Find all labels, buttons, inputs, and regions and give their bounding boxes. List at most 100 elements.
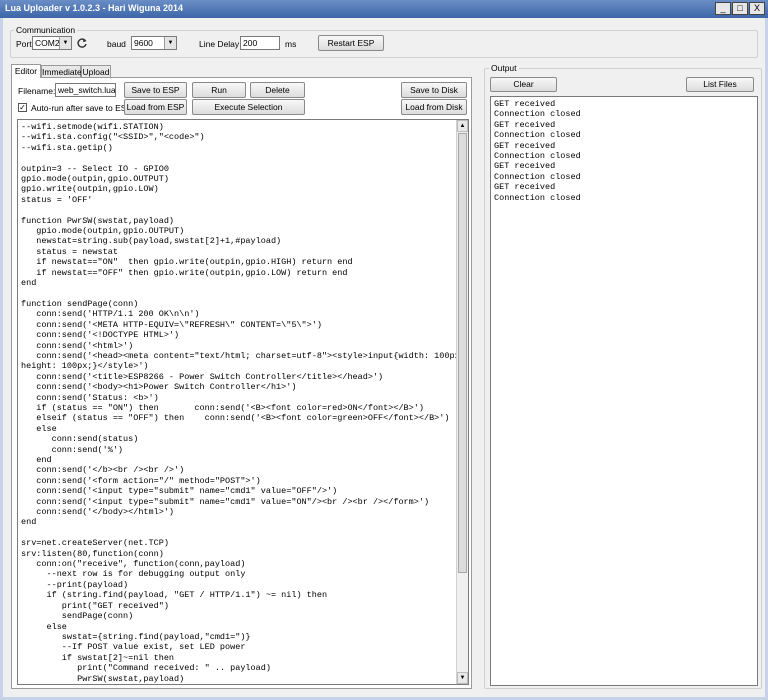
code-line: end bbox=[21, 517, 37, 528]
output-log[interactable]: GET received Connection closed GET receive… bbox=[490, 96, 758, 686]
code-line: status = newstat bbox=[21, 246, 118, 257]
code-line: if (status == "ON") then conn:send('<B><… bbox=[21, 402, 424, 413]
autorun-checkbox[interactable]: ✓ bbox=[18, 103, 27, 112]
code-line: sendPage(conn) bbox=[21, 611, 134, 622]
autorun-label: Auto-run after save to ESP bbox=[31, 103, 133, 113]
output-line: Connection closed bbox=[494, 192, 581, 203]
code-line: --wifi.sta.getip() bbox=[21, 142, 113, 153]
execute-selection-button[interactable]: Execute Selection bbox=[192, 99, 305, 115]
refresh-icon[interactable] bbox=[76, 37, 88, 49]
code-editor[interactable]: --wifi.setmode(wifi.STATION) --wifi.sta.c… bbox=[17, 119, 469, 685]
port-select[interactable]: COM28 ▼ bbox=[32, 36, 72, 50]
minimize-button[interactable]: _ bbox=[715, 2, 731, 15]
output-text: GET received Connection closed GET receive… bbox=[491, 97, 757, 205]
code-line: conn:send('<title>ESP8266 - Power Switch… bbox=[21, 371, 384, 382]
code-line: conn:send('<META HTTP-EQUIV=\"REFRESH\" … bbox=[21, 319, 322, 330]
output-line: GET received bbox=[494, 140, 556, 151]
code-line: if (string.find(payload, "GET / HTTP/1.1… bbox=[21, 590, 328, 601]
window-title: Lua Uploader v 1.0.2.3 - Hari Wiguna 201… bbox=[5, 3, 183, 13]
code-line: srv:listen(80,function(conn) bbox=[21, 548, 164, 559]
code-line: conn:send('<input type="submit" name="cm… bbox=[21, 486, 338, 497]
code-line: conn:send('<form action="/" method="POST… bbox=[21, 475, 261, 486]
code-line: --wifi.setmode(wifi.STATION) bbox=[21, 122, 164, 132]
code-text[interactable]: --wifi.setmode(wifi.STATION) --wifi.sta.c… bbox=[18, 120, 468, 684]
scroll-down-icon[interactable]: ▼ bbox=[457, 672, 468, 684]
run-button[interactable]: Run bbox=[192, 82, 246, 98]
filename-input[interactable]: web_switch.lua bbox=[55, 83, 116, 97]
code-line: end bbox=[21, 278, 37, 289]
title-bar: Lua Uploader v 1.0.2.3 - Hari Wiguna 201… bbox=[0, 0, 768, 18]
code-line: gpio.mode(outpin,gpio.OUTPUT) bbox=[21, 174, 169, 185]
code-line: srv=net.createServer(net.TCP) bbox=[21, 538, 169, 549]
code-line: status = 'OFF' bbox=[21, 194, 93, 205]
maximize-button[interactable]: □ bbox=[732, 2, 748, 15]
scroll-up-icon[interactable]: ▲ bbox=[457, 120, 468, 132]
code-line: else bbox=[21, 423, 57, 434]
code-line: function PwrSW(swstat,payload) bbox=[21, 215, 175, 226]
line-delay-input[interactable]: 200 bbox=[240, 36, 280, 50]
code-line: gpio.write(outpin,gpio.LOW) bbox=[21, 184, 159, 195]
code-line: conn:send('%') bbox=[21, 444, 124, 455]
code-line: if newstat=="OFF" then gpio.write(outpin… bbox=[21, 267, 348, 278]
output-legend: Output bbox=[489, 63, 519, 73]
chevron-down-icon: ▼ bbox=[164, 37, 176, 49]
save-to-disk-button[interactable]: Save to Disk bbox=[401, 82, 467, 98]
code-line: --If POST value exist, set LED power bbox=[21, 642, 246, 653]
scroll-thumb[interactable] bbox=[458, 133, 467, 573]
baud-value: 9600 bbox=[134, 38, 153, 48]
filename-label: Filename: bbox=[18, 86, 56, 96]
restart-esp-button[interactable]: Restart ESP bbox=[318, 35, 384, 51]
output-line: GET received bbox=[494, 99, 556, 109]
code-line: gpio.mode(outpin,gpio.OUTPUT) bbox=[21, 226, 185, 237]
save-to-esp-button[interactable]: Save to ESP bbox=[124, 82, 187, 98]
code-line: conn:send(status) bbox=[21, 434, 139, 445]
chevron-down-icon: ▼ bbox=[59, 37, 71, 49]
line-delay-unit: ms bbox=[285, 39, 297, 49]
tab-editor[interactable]: Editor bbox=[11, 64, 41, 78]
code-line: print("GET received") bbox=[21, 600, 169, 611]
output-line: Connection closed bbox=[494, 130, 581, 141]
code-line: conn:send('<head><meta content="text/htm… bbox=[21, 350, 465, 361]
code-line: conn:send('HTTP/1.1 200 OK\n\n') bbox=[21, 309, 200, 320]
baud-select[interactable]: 9600 ▼ bbox=[131, 36, 177, 50]
code-line: --print(payload) bbox=[21, 579, 129, 590]
clear-button[interactable]: Clear bbox=[490, 77, 557, 92]
baud-label: baud bbox=[107, 39, 126, 49]
code-line: elseif (status == "OFF") then conn:send(… bbox=[21, 413, 450, 424]
line-delay-label: Line Delay bbox=[199, 39, 240, 49]
editor-scrollbar[interactable]: ▲ ▼ bbox=[456, 120, 468, 684]
output-line: Connection closed bbox=[494, 171, 581, 182]
code-line: if swstat[2]~=nil then bbox=[21, 652, 175, 663]
code-line: conn:on("receive", function(conn,payload… bbox=[21, 559, 246, 570]
load-from-disk-button[interactable]: Load from Disk bbox=[401, 99, 467, 115]
code-line: outpin=3 -- Select IO - GPIO0 bbox=[21, 163, 169, 174]
code-line: if newstat=="ON" then gpio.write(outpin,… bbox=[21, 257, 353, 268]
code-line: conn:send('<body><h1>Power Switch Contro… bbox=[21, 382, 297, 393]
output-line: GET received bbox=[494, 161, 556, 172]
code-line: swstat={string.find(payload,"cmd1=")} bbox=[21, 631, 251, 642]
delete-button[interactable]: Delete bbox=[250, 82, 305, 98]
output-line: GET received bbox=[494, 182, 556, 193]
code-line: else bbox=[21, 621, 67, 632]
output-line: Connection closed bbox=[494, 109, 581, 120]
code-line: conn:send('</body></html>') bbox=[21, 507, 175, 518]
communication-legend: Communication bbox=[14, 25, 78, 35]
code-line: --wifi.sta.config("<SSID>","<code>") bbox=[21, 132, 205, 143]
output-line: GET received bbox=[494, 119, 556, 130]
code-line: --next row is for debugging output only bbox=[21, 569, 246, 580]
code-line: function sendPage(conn) bbox=[21, 298, 139, 309]
code-line: PwrSW(swstat,payload) bbox=[21, 673, 185, 684]
code-line: print("Command received: " .. payload) bbox=[21, 663, 271, 674]
close-button[interactable]: X bbox=[749, 2, 765, 15]
list-files-button[interactable]: List Files bbox=[686, 77, 754, 92]
output-line: Connection closed bbox=[494, 151, 581, 162]
code-line: conn:send('Status: <b>') bbox=[21, 392, 159, 403]
code-line: newstat=string.sub(payload,swstat[2]+1,#… bbox=[21, 236, 282, 247]
code-line: end bbox=[21, 455, 52, 465]
code-line: conn:send('<input type="submit" name="cm… bbox=[21, 496, 430, 507]
load-from-esp-button[interactable]: Load from ESP bbox=[124, 99, 187, 115]
